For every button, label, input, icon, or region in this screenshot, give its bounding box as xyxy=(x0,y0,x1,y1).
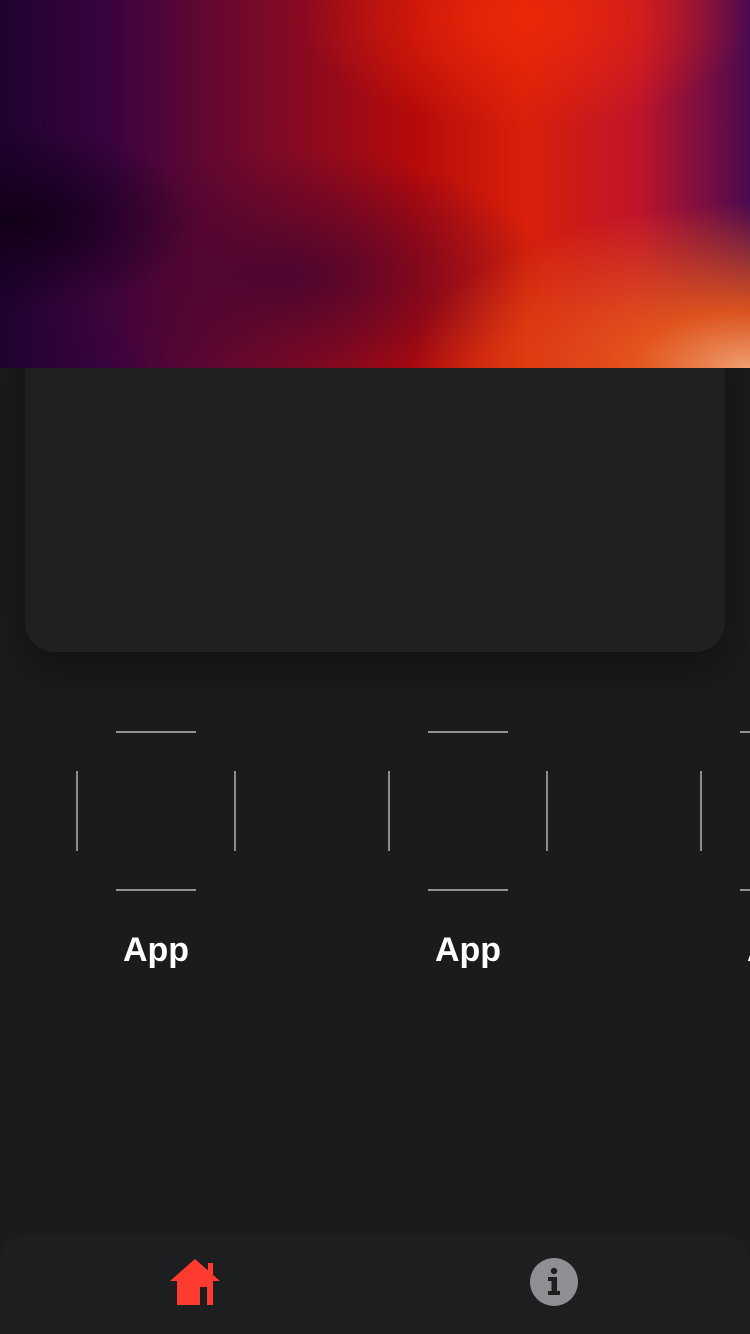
app-tile[interactable]: App xyxy=(387,730,549,970)
tab-home[interactable] xyxy=(160,1252,230,1312)
app-label: App xyxy=(434,931,502,969)
tab-bar xyxy=(0,1234,750,1334)
apps-row: App App App xyxy=(0,730,750,990)
app-label: App xyxy=(122,931,190,969)
app-placeholder-icon xyxy=(700,731,750,891)
featured-card[interactable] xyxy=(25,330,725,652)
app-placeholder-icon xyxy=(388,731,548,891)
app-tile[interactable]: App xyxy=(75,730,237,970)
home-screen: App App App xyxy=(0,0,750,1334)
home-icon xyxy=(170,1259,220,1305)
hero-banner xyxy=(0,0,750,368)
hero-gradient-image xyxy=(0,0,750,368)
info-icon xyxy=(530,1258,578,1306)
app-tile[interactable]: App xyxy=(699,730,750,970)
app-placeholder-icon xyxy=(76,731,236,891)
tab-info[interactable] xyxy=(519,1252,589,1312)
app-label: App xyxy=(699,930,750,970)
